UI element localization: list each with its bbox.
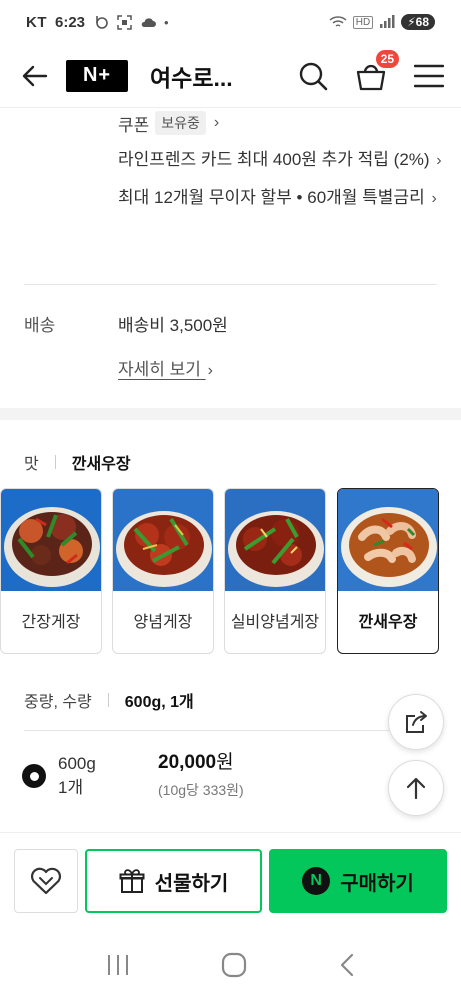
installment-link[interactable]: 최대 12개월 무이자 할부 • 60개월 특별금리 › <box>118 184 448 212</box>
product-thumbnail <box>1 489 101 591</box>
arrow-left-icon <box>22 65 48 86</box>
divider <box>107 693 109 707</box>
chevron-left-icon <box>340 953 353 977</box>
option-quantity: 1개 <box>58 778 84 797</box>
status-bar: KT 6:23 • HD ⚡68 <box>0 0 461 44</box>
buy-label: 구매하기 <box>340 872 414 895</box>
arrow-up-icon <box>406 777 426 800</box>
cart-button[interactable]: 25 <box>353 49 399 94</box>
gift-icon <box>119 869 145 893</box>
product-thumbnail <box>338 489 438 591</box>
scan-icon <box>117 14 132 30</box>
chevron-right-icon: › <box>436 152 442 169</box>
option-weight: 600g <box>58 754 96 773</box>
option-name: 간장게장 <box>21 614 81 631</box>
menu-button[interactable] <box>411 58 447 94</box>
benefits-section: 쿠폰 보유중 › 라인프렌즈 카드 최대 400원 추가 적립 (2%) › 최… <box>118 108 448 212</box>
home-button[interactable] <box>221 952 247 983</box>
recent-apps-button[interactable] <box>105 953 131 982</box>
store-name[interactable]: 여수로... <box>150 59 233 93</box>
chevron-right-icon: › <box>207 362 213 379</box>
shipping-label: 배송 <box>24 316 56 335</box>
shipping-fee: 배송비 3,500원 <box>118 316 228 335</box>
buy-button[interactable]: N 구매하기 <box>269 849 447 913</box>
scroll-top-button[interactable] <box>388 760 444 816</box>
shipping-details-text: 자세히 보기 <box>118 360 201 379</box>
option-card-silbi-yangnyeom-gejang[interactable]: 실비양념게장 <box>224 488 326 654</box>
option-card-yangnyeom-gejang[interactable]: 양념게장 <box>112 488 214 654</box>
nplus-logo[interactable]: N+ <box>66 59 128 92</box>
option-name: 깐새우장 <box>358 614 418 631</box>
divider <box>24 730 437 731</box>
product-thumbnail <box>113 489 213 591</box>
coupon-status-badge: 보유중 <box>155 111 206 135</box>
option-name: 양념게장 <box>133 614 193 631</box>
card-reward-text: 라인프렌즈 카드 최대 400원 추가 적립 (2%) <box>118 150 430 169</box>
shipping-details-link[interactable]: 자세히 보기 › <box>118 355 213 380</box>
weight-label: 중량, 수량 <box>24 694 92 711</box>
price-number: 20,000 <box>158 752 217 773</box>
wifi-icon <box>329 16 347 27</box>
product-thumbnail <box>225 489 325 591</box>
chevron-right-icon: › <box>213 114 220 131</box>
back-button[interactable] <box>18 59 52 93</box>
taste-selected-value: 깐새우장 <box>71 456 131 473</box>
selected-option-name: 600g 1개 <box>58 752 96 800</box>
dot-icon: • <box>164 14 169 30</box>
cart-count-badge: 25 <box>375 49 399 68</box>
system-back-button[interactable] <box>338 952 356 983</box>
option-price: 20,000원 <box>158 747 234 774</box>
system-navigation-bar <box>0 935 461 1000</box>
option-card-kkan-saewoojang[interactable]: 깐새우장 <box>337 488 439 654</box>
purchase-bar: 선물하기 N 구매하기 <box>0 832 461 932</box>
notification-icons: • <box>95 15 169 30</box>
weight-selected-value: 600g, 1개 <box>124 694 194 711</box>
unit-price: (10g당 333원) <box>158 782 244 798</box>
divider <box>24 284 437 285</box>
option-card-ganjang-gejang[interactable]: 간장게장 <box>0 488 102 654</box>
card-reward-link[interactable]: 라인프렌즈 카드 최대 400원 추가 적립 (2%) › <box>118 146 448 174</box>
zzim-button[interactable] <box>14 849 78 913</box>
radio-dot <box>29 771 39 781</box>
network-type: HD <box>352 15 374 29</box>
price-unit: 원 <box>216 752 234 773</box>
weight-option-header: 중량, 수량 600g, 1개 <box>24 688 194 712</box>
b-icon <box>96 16 108 29</box>
carrier: KT <box>26 13 47 31</box>
hamburger-menu-icon <box>414 64 444 87</box>
heart-outline-icon <box>30 867 62 895</box>
option-radio-selected[interactable] <box>22 764 46 788</box>
section-separator <box>0 408 461 420</box>
divider <box>54 455 56 469</box>
search-icon <box>299 62 328 90</box>
top-app-bar: N+ 여수로... 25 <box>0 44 461 108</box>
gift-label: 선물하기 <box>154 872 229 895</box>
cloud-icon <box>141 18 157 27</box>
clock: 6:23 <box>55 13 86 31</box>
share-icon <box>406 711 427 733</box>
coupon-label: 쿠폰 <box>118 115 150 135</box>
share-button[interactable] <box>388 694 444 750</box>
search-button[interactable] <box>295 58 331 94</box>
battery-indicator: ⚡68 <box>401 14 435 30</box>
installment-text: 최대 12개월 무이자 할부 • 60개월 특별금리 <box>118 188 425 207</box>
chevron-right-icon: › <box>431 190 437 207</box>
coupon-row[interactable]: 쿠폰 보유중 › <box>118 108 448 138</box>
naver-pay-icon: N <box>302 867 331 895</box>
taste-label: 맛 <box>24 456 39 473</box>
recent-apps-icon <box>108 955 129 975</box>
signal-icon <box>380 15 395 28</box>
status-right: HD ⚡68 <box>329 14 435 30</box>
gift-button[interactable]: 선물하기 <box>85 849 262 913</box>
home-icon <box>222 952 247 978</box>
option-name: 실비양념게장 <box>230 614 320 631</box>
taste-option-header: 맛 깐새우장 <box>24 450 131 474</box>
